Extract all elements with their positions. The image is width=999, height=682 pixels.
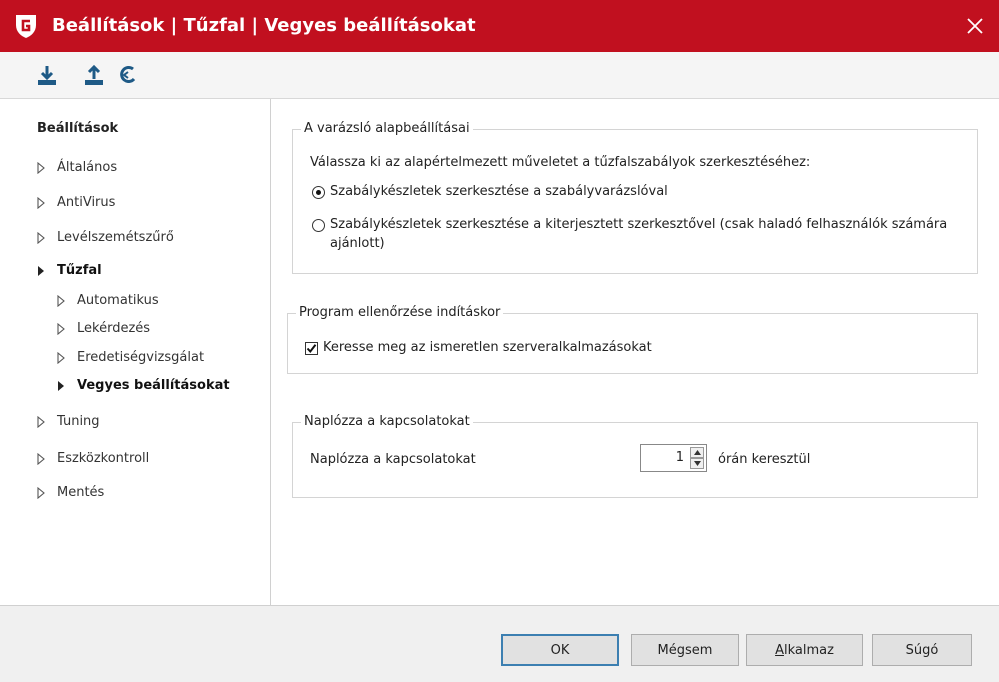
upload-icon[interactable]	[81, 62, 107, 88]
group-legend: Naplózza a kapcsolatokat	[301, 414, 473, 429]
radio-extended-editor[interactable]	[312, 219, 325, 232]
gdata-logo-icon	[14, 13, 38, 39]
expand-arrow-icon	[37, 161, 49, 175]
toolbar	[0, 52, 999, 99]
group-legend: Program ellenőrzése indításkor	[296, 305, 504, 320]
sidebar-item-lekerdezes[interactable]: Lekérdezés	[57, 321, 150, 336]
expand-arrow-icon	[57, 294, 69, 308]
sidebar-item-label: Vegyes beállításokat	[77, 378, 230, 393]
download-icon[interactable]	[34, 62, 60, 88]
sidebar-item-tuning[interactable]: Tuning	[37, 414, 100, 429]
selected-arrow-icon	[57, 379, 69, 393]
reset-icon[interactable]	[115, 62, 141, 88]
ok-button[interactable]: OK	[501, 634, 619, 666]
log-connections-group: Naplózza a kapcsolatokat Naplózza a kapc…	[292, 414, 978, 498]
wizard-defaults-group: A varázsló alapbeállításai Válassza ki a…	[292, 121, 978, 274]
unknown-server-apps-label[interactable]: Keresse meg az ismeretlen szerveralkalma…	[323, 340, 652, 355]
expand-arrow-icon	[57, 322, 69, 336]
radio-extended-editor-label-cont[interactable]: ajánlott)	[330, 236, 385, 251]
settings-panel: A varázsló alapbeállításai Válassza ki a…	[271, 99, 999, 605]
sidebar-item-levelszemetszuro[interactable]: Levélszemétszűrő	[37, 230, 174, 245]
sidebar-item-mentes[interactable]: Mentés	[37, 485, 104, 500]
expand-arrow-icon	[37, 486, 49, 500]
title-bar: Beállítások | Tűzfal | Vegyes beállításo…	[0, 0, 999, 52]
dialog-footer: OK Mégsem Alkalmaz Súgó	[0, 605, 999, 682]
sidebar-item-label: Lekérdezés	[77, 321, 151, 336]
unknown-server-apps-checkbox[interactable]	[305, 342, 318, 355]
log-connections-label: Naplózza a kapcsolatokat	[310, 452, 476, 467]
expand-arrow-icon	[57, 351, 69, 365]
sidebar-item-label: Eredetiségvizsgálat	[77, 350, 205, 365]
sidebar-item-label: Mentés	[57, 485, 105, 500]
apply-label: lkalmaz	[783, 642, 834, 658]
sidebar-item-antivirus[interactable]: AntiVirus	[37, 195, 115, 210]
apply-button[interactable]: Alkalmaz	[746, 634, 863, 666]
apply-mnemonic: A	[775, 642, 784, 658]
sidebar-heading: Beállítások	[37, 121, 119, 136]
sidebar-item-label: AntiVirus	[57, 195, 116, 210]
checkmark-icon	[306, 344, 317, 354]
startup-check-group: Program ellenőrzése indításkor Keresse m…	[287, 305, 978, 374]
spin-down-icon[interactable]	[690, 458, 704, 469]
expanded-arrow-icon	[37, 264, 49, 278]
window-title: Beállítások | Tűzfal | Vegyes beállításo…	[52, 15, 476, 36]
log-hours-spinbox[interactable]: 1	[640, 444, 707, 472]
sidebar-item-label: Levélszemétszűrő	[57, 230, 174, 245]
help-button[interactable]: Súgó	[872, 634, 972, 666]
log-hours-value[interactable]: 1	[676, 450, 684, 465]
wizard-prompt: Válassza ki az alapértelmezett műveletet…	[310, 155, 811, 170]
spin-up-icon[interactable]	[690, 447, 704, 458]
expand-arrow-icon	[37, 196, 49, 210]
sidebar-item-eredetisegvizsgalat[interactable]: Eredetiségvizsgálat	[57, 350, 204, 365]
sidebar-item-eszkozkontroll[interactable]: Eszközkontroll	[37, 451, 149, 466]
radio-rule-wizard-label[interactable]: Szabálykészletek szerkesztése a szabályv…	[330, 184, 668, 199]
settings-tree: Beállítások Általános AntiVirus Levélsze…	[0, 99, 271, 605]
sidebar-item-automatikus[interactable]: Automatikus	[57, 293, 159, 308]
sidebar-item-label: Tuning	[57, 414, 100, 429]
sidebar-item-label: Tűzfal	[57, 263, 102, 278]
cancel-button[interactable]: Mégsem	[631, 634, 739, 666]
close-icon[interactable]	[959, 10, 991, 42]
sidebar-item-altalanos[interactable]: Általános	[37, 160, 117, 175]
radio-rule-wizard[interactable]	[312, 186, 325, 199]
expand-arrow-icon	[37, 452, 49, 466]
expand-arrow-icon	[37, 415, 49, 429]
sidebar-item-tuzfal[interactable]: Tűzfal	[37, 263, 102, 278]
sidebar-item-vegyes-beallitasokat[interactable]: Vegyes beállításokat	[57, 378, 230, 393]
log-hours-unit: órán keresztül	[718, 452, 811, 467]
sidebar-item-label: Eszközkontroll	[57, 451, 150, 466]
sidebar-item-label: Általános	[57, 160, 118, 175]
group-legend: A varázsló alapbeállításai	[301, 121, 473, 136]
radio-extended-editor-label[interactable]: Szabálykészletek szerkesztése a kiterjes…	[330, 217, 947, 232]
sidebar-item-label: Automatikus	[77, 293, 159, 308]
expand-arrow-icon	[37, 231, 49, 245]
